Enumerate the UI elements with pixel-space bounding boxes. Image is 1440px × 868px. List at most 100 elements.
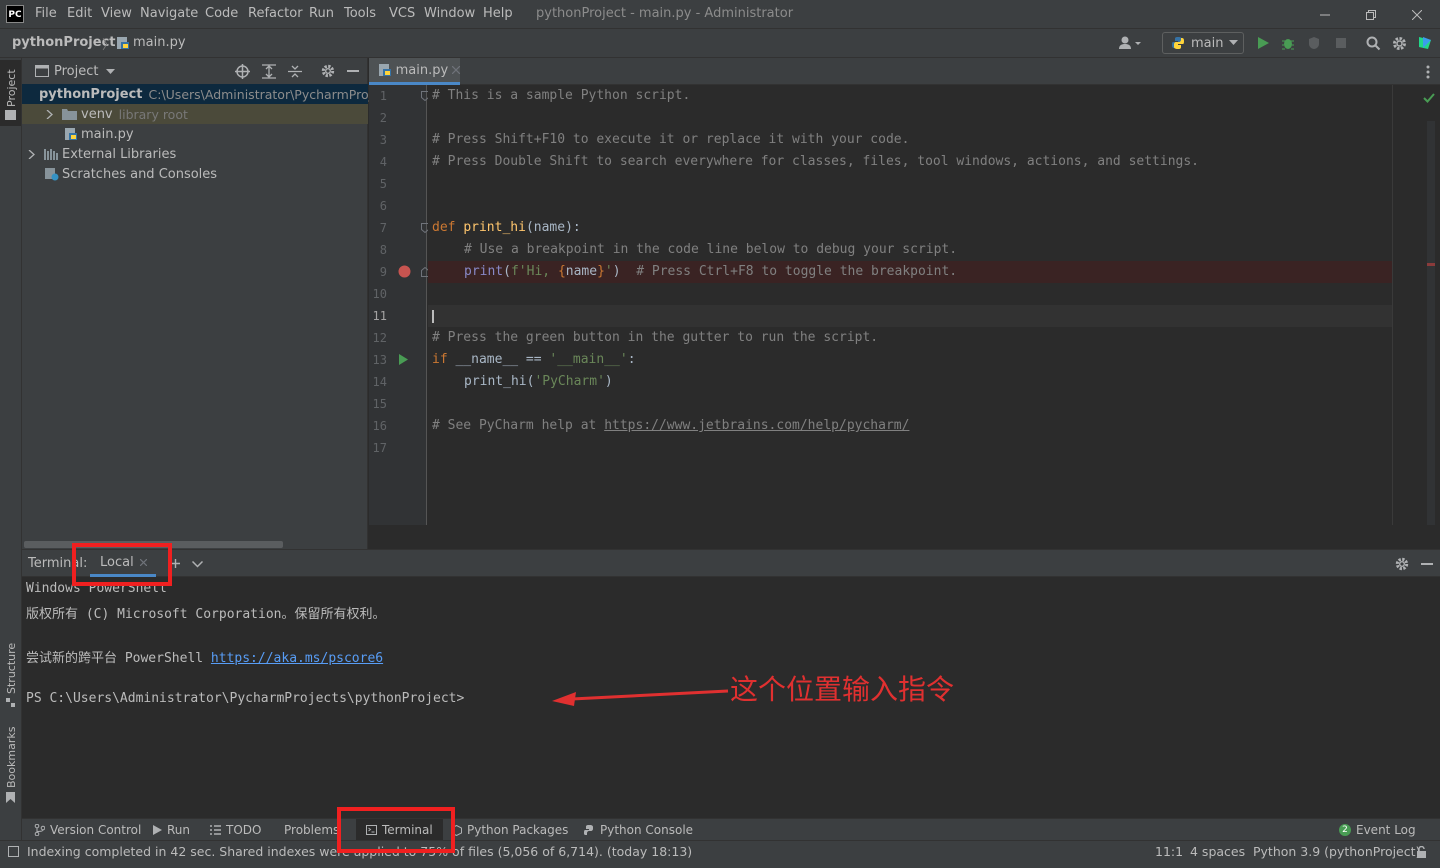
tool-event-log[interactable]: 2 Event Log	[1339, 823, 1416, 837]
tree-row-scratches[interactable]: Scratches and Consoles	[22, 164, 368, 184]
code-link[interactable]: https://www.jetbrains.com/help/pycharm/	[604, 418, 909, 433]
line-number: 9	[379, 265, 387, 279]
coverage-button[interactable]	[1307, 36, 1321, 50]
tool-version-control[interactable]: Version Control	[34, 823, 141, 837]
user-icon	[1119, 36, 1141, 49]
more-options-icon[interactable]	[1426, 65, 1430, 79]
editor-tab-main-py[interactable]: main.py	[369, 58, 460, 85]
search-everywhere-button[interactable]	[1366, 36, 1381, 51]
close-icon[interactable]	[452, 66, 460, 74]
line-number: 14	[372, 375, 387, 389]
menu-run[interactable]: Run	[309, 6, 334, 21]
collapse-all-icon[interactable]	[288, 64, 302, 79]
code-token-comment: # See PyCharm help at	[432, 418, 605, 433]
tool-python-packages[interactable]: Python Packages	[451, 823, 568, 837]
settings-button[interactable]	[1392, 36, 1407, 51]
line-number: 5	[379, 177, 387, 191]
tool-python-console[interactable]: Python Console	[583, 823, 693, 837]
code-token: )	[604, 374, 613, 389]
gear-icon[interactable]	[321, 64, 335, 78]
check-icon[interactable]	[1423, 93, 1435, 103]
menu-refactor[interactable]: Refactor	[248, 6, 303, 21]
run-gutter-icon[interactable]	[399, 354, 408, 365]
tree-row-external-libraries[interactable]: External Libraries	[22, 144, 368, 164]
bottom-tool-stripe: Version Control Run TODO Problems Termin…	[22, 818, 1440, 840]
tree-row-main-py[interactable]: main.py	[22, 124, 368, 144]
bookmarks-tool-button[interactable]: Bookmarks	[0, 726, 21, 808]
code-token: name	[565, 264, 598, 279]
menu-vcs[interactable]: VCS	[389, 6, 415, 21]
python-interpreter[interactable]: Python 3.9 (pythonProject)	[1253, 844, 1420, 859]
structure-tool-button[interactable]: Structure	[0, 642, 21, 708]
project-tool-window: Project pythonProject C:\Users\Administr…	[22, 58, 372, 549]
caret-position[interactable]: 11:1	[1155, 844, 1183, 859]
close-window-button[interactable]	[1394, 0, 1440, 29]
hide-panel-icon[interactable]	[347, 70, 359, 73]
terminal-link[interactable]: https://aka.ms/pscore6	[211, 651, 383, 666]
project-panel-header: Project	[22, 58, 368, 85]
code-line-12: # Press the green button in the gutter t…	[432, 330, 879, 345]
branch-icon	[34, 824, 45, 836]
breakpoint-icon[interactable]	[398, 265, 411, 278]
locate-file-icon[interactable]	[235, 64, 250, 79]
minimize-button[interactable]	[1302, 0, 1348, 29]
breadcrumb-file[interactable]: main.py	[116, 35, 186, 50]
pycharm-logo: PC	[6, 5, 24, 23]
run-button[interactable]	[1256, 36, 1270, 50]
tool-problems[interactable]: Problems	[279, 823, 339, 837]
toggle-tool-windows-icon[interactable]	[8, 846, 19, 857]
breadcrumb-project[interactable]: pythonProject	[12, 35, 116, 50]
debug-button[interactable]	[1281, 36, 1295, 50]
menu-code[interactable]: Code	[205, 6, 238, 21]
code-editor[interactable]: # This is a sample Python script. # Pres…	[428, 85, 1392, 525]
tree-label: venv	[81, 106, 113, 122]
tree-row-pythonproject[interactable]: pythonProject C:\Users\Administrator\Pyc…	[22, 84, 372, 104]
menu-view[interactable]: View	[101, 6, 132, 21]
add-terminal-icon[interactable]	[171, 559, 180, 568]
expand-all-icon[interactable]	[262, 64, 276, 79]
run-configuration-label: main	[1191, 35, 1224, 51]
gear-icon[interactable]	[1395, 557, 1409, 571]
tool-run[interactable]: Run	[153, 823, 190, 837]
code-token-keyword: def	[432, 220, 464, 235]
line-number: 13	[372, 353, 387, 367]
menu-file[interactable]: File	[35, 6, 57, 21]
vertical-scrollbar[interactable]	[1427, 121, 1435, 541]
editor-gutter[interactable]: 1 2 3 4 5 6 7 8 9 10 11 12 13 14 15 16 1…	[369, 85, 429, 525]
library-icon	[44, 149, 58, 160]
code-line-7: def print_hi(name):	[432, 217, 581, 239]
lock-icon[interactable]	[1416, 846, 1427, 858]
menu-navigate[interactable]: Navigate	[140, 6, 198, 21]
indent-setting[interactable]: 4 spaces	[1190, 844, 1245, 859]
menu-window[interactable]: Window	[424, 6, 475, 21]
stop-button[interactable]	[1334, 36, 1348, 50]
project-tool-button[interactable]: Project	[0, 60, 21, 126]
status-message[interactable]: Indexing completed in 42 sec. Shared ind…	[27, 844, 1137, 859]
breakpoint-marker	[1427, 263, 1435, 266]
hide-panel-icon[interactable]	[1421, 563, 1433, 566]
chevron-down-icon[interactable]	[106, 69, 115, 75]
text-caret	[432, 310, 434, 323]
window-title: pythonProject - main.py - Administrator	[536, 6, 794, 21]
chevron-down-icon[interactable]	[192, 561, 203, 568]
tree-row-venv[interactable]: venv library root	[22, 104, 368, 124]
chevron-right-icon	[28, 149, 35, 159]
restore-button[interactable]	[1348, 0, 1394, 29]
tree-hint: C:\Users\Administrator\PycharmProj	[148, 86, 373, 102]
annotation-highlight-local-tab	[72, 543, 172, 586]
editor-tab-bar: main.py	[369, 58, 1440, 85]
jetbrains-toolbox-button[interactable]	[1417, 35, 1433, 51]
line-number-current: 11	[372, 309, 387, 323]
project-view-select[interactable]: Project	[54, 64, 98, 79]
terminal-prompt[interactable]: PS C:\Users\Administrator\PycharmProject…	[26, 691, 464, 706]
vcs-user-button[interactable]	[1118, 35, 1144, 51]
python-icon	[1172, 37, 1184, 49]
menu-tools[interactable]: Tools	[344, 6, 376, 21]
menu-help[interactable]: Help	[483, 6, 513, 21]
run-configuration-select[interactable]: main	[1162, 32, 1244, 54]
bookmarks-tool-label: Bookmarks	[5, 726, 18, 788]
list-icon	[210, 825, 221, 835]
menu-edit[interactable]: Edit	[67, 6, 92, 21]
tool-todo[interactable]: TODO	[210, 823, 261, 837]
code-token: print_hi(	[464, 374, 535, 389]
